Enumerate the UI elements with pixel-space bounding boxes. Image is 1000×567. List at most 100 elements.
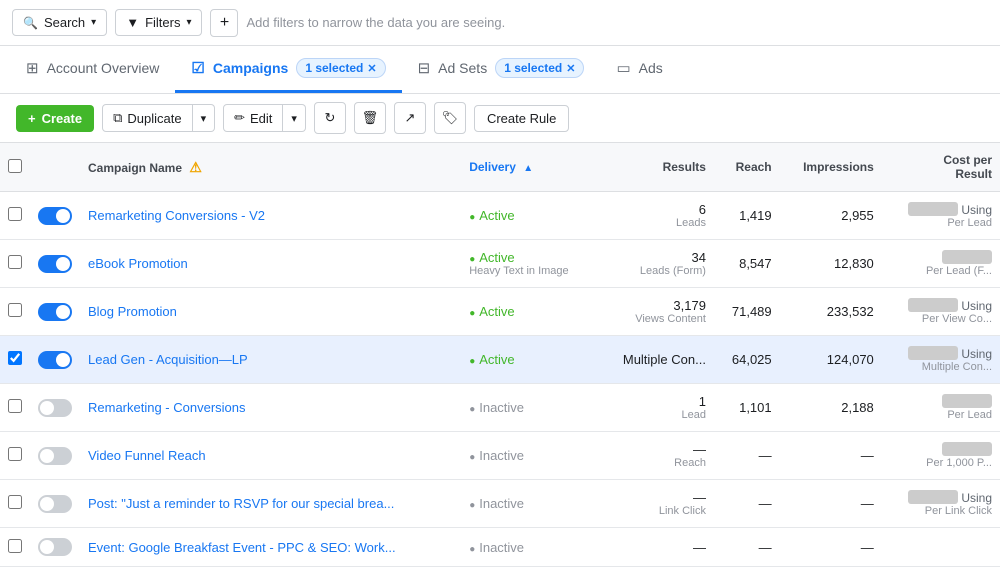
tab-campaigns-label: Campaigns [213, 60, 288, 76]
row-checkbox-cell[interactable] [0, 288, 30, 336]
filters-button[interactable]: ▼ Filters ▾ [115, 9, 202, 36]
row-checkbox[interactable] [8, 351, 22, 365]
campaign-toggle[interactable] [38, 447, 72, 465]
edit-icon: ✏ [234, 110, 245, 126]
row-campaign-name[interactable]: Blog Promotion [80, 288, 461, 336]
row-toggle-cell[interactable] [30, 240, 80, 288]
row-cost-per-result: Using Per View Co... [882, 288, 1000, 336]
row-results: 34 Leads (Form) [597, 240, 714, 288]
campaign-toggle[interactable] [38, 207, 72, 225]
cost-label: Using [961, 299, 992, 313]
row-checkbox-cell[interactable] [0, 480, 30, 528]
campaign-name-link[interactable]: Event: Google Breakfast Event - PPC & SE… [88, 540, 396, 555]
row-checkbox[interactable] [8, 447, 22, 461]
export-button[interactable]: ↗ [394, 102, 426, 134]
row-campaign-name[interactable]: Post: "Just a reminder to RSVP for our s… [80, 480, 461, 528]
cost-sub-label: Per Lead [890, 409, 992, 421]
row-toggle-cell[interactable] [30, 336, 80, 384]
row-checkbox[interactable] [8, 495, 22, 509]
row-impressions: — [780, 432, 882, 480]
campaign-toggle[interactable] [38, 495, 72, 513]
account-overview-icon: ⊞ [26, 59, 39, 77]
row-campaign-name[interactable]: Lead Gen - Acquisition—LP [80, 336, 461, 384]
header-reach: Reach [714, 143, 780, 192]
campaign-toggle[interactable] [38, 351, 72, 369]
table-row: Lead Gen - Acquisition—LP ●Active Multip… [0, 336, 1000, 384]
tab-account-overview[interactable]: ⊞ Account Overview [10, 46, 175, 93]
results-value: — [605, 490, 706, 505]
duplicate-label: Duplicate [127, 111, 181, 126]
toggle-slider [38, 207, 72, 225]
tab-ads[interactable]: ▭ Ads [600, 46, 678, 93]
tab-campaigns[interactable]: ☑ Campaigns 1 selected ✕ [175, 46, 401, 93]
create-button[interactable]: + Create [16, 105, 94, 132]
edit-dropdown[interactable]: ▾ [283, 104, 306, 132]
campaign-name-link[interactable]: Remarketing - Conversions [88, 400, 246, 415]
campaign-toggle[interactable] [38, 399, 72, 417]
delete-button[interactable]: 🗑 [354, 102, 386, 134]
cost-sub-label: Multiple Con... [890, 361, 992, 373]
row-campaign-name[interactable]: eBook Promotion [80, 240, 461, 288]
campaign-name-link[interactable]: Remarketing Conversions - V2 [88, 208, 265, 223]
row-checkbox[interactable] [8, 207, 22, 221]
row-toggle-cell[interactable] [30, 432, 80, 480]
row-checkbox-cell[interactable] [0, 384, 30, 432]
header-cost-per-result: Cost perResult [882, 143, 1000, 192]
row-toggle-cell[interactable] [30, 480, 80, 528]
campaigns-badge-close[interactable]: ✕ [367, 62, 376, 75]
row-checkbox-cell[interactable] [0, 192, 30, 240]
row-campaign-name[interactable]: Video Funnel Reach [80, 432, 461, 480]
row-checkbox-cell[interactable] [0, 432, 30, 480]
row-toggle-cell[interactable] [30, 192, 80, 240]
search-label: Search [44, 15, 85, 30]
results-sub-label: Reach [605, 457, 706, 469]
row-campaign-name[interactable]: Remarketing Conversions - V2 [80, 192, 461, 240]
row-checkbox[interactable] [8, 539, 22, 553]
create-rule-button[interactable]: Create Rule [474, 105, 569, 132]
row-toggle-cell[interactable] [30, 384, 80, 432]
results-value: 6 [605, 202, 706, 217]
row-checkbox-cell[interactable] [0, 336, 30, 384]
create-plus-icon: + [28, 111, 36, 126]
campaign-name-link[interactable]: Lead Gen - Acquisition—LP [88, 352, 248, 367]
nav-tabs: ⊞ Account Overview ☑ Campaigns 1 selecte… [0, 46, 1000, 94]
row-toggle-cell[interactable] [30, 288, 80, 336]
row-checkbox-cell[interactable] [0, 528, 30, 567]
row-checkbox-cell[interactable] [0, 240, 30, 288]
filters-label: Filters [145, 15, 180, 30]
row-impressions: — [780, 528, 882, 567]
search-button[interactable]: 🔍 Search ▾ [12, 9, 107, 36]
tag-button[interactable]: 🏷 [434, 102, 466, 134]
campaign-name-link[interactable]: Blog Promotion [88, 304, 177, 319]
row-checkbox[interactable] [8, 399, 22, 413]
select-all-checkbox[interactable] [8, 159, 22, 173]
duplicate-button[interactable]: ⧉ Duplicate [102, 104, 193, 132]
row-campaign-name[interactable]: Event: Google Breakfast Event - PPC & SE… [80, 528, 461, 567]
ad-sets-badge-close[interactable]: ✕ [566, 62, 575, 75]
header-delivery[interactable]: Delivery ▲ [461, 143, 597, 192]
tab-ad-sets[interactable]: ⊟ Ad Sets 1 selected ✕ [402, 46, 601, 93]
row-checkbox[interactable] [8, 255, 22, 269]
add-filter-button[interactable]: + [210, 9, 238, 37]
delivery-status: ●Active [469, 352, 589, 367]
ad-sets-badge: 1 selected ✕ [495, 58, 584, 78]
refresh-button[interactable]: ↻ [314, 102, 346, 134]
campaign-toggle[interactable] [38, 303, 72, 321]
edit-button[interactable]: ✏ Edit [223, 104, 283, 132]
toggle-slider [38, 495, 72, 513]
row-checkbox[interactable] [8, 303, 22, 317]
header-campaign-name: Campaign Name ⚠ [80, 143, 461, 192]
export-icon: ↗ [404, 110, 415, 126]
campaign-name-link[interactable]: eBook Promotion [88, 256, 188, 271]
results-sub-label: Views Content [605, 313, 706, 325]
row-campaign-name[interactable]: Remarketing - Conversions [80, 384, 461, 432]
header-checkbox-cell[interactable] [0, 143, 30, 192]
duplicate-dropdown[interactable]: ▾ [193, 104, 216, 132]
table-row: Video Funnel Reach ●Inactive — Reach — —… [0, 432, 1000, 480]
campaign-toggle[interactable] [38, 538, 72, 556]
campaign-name-link[interactable]: Video Funnel Reach [88, 448, 206, 463]
row-toggle-cell[interactable] [30, 528, 80, 567]
campaign-name-link[interactable]: Post: "Just a reminder to RSVP for our s… [88, 496, 394, 511]
row-cost-per-result: Per 1,000 P... [882, 432, 1000, 480]
campaign-toggle[interactable] [38, 255, 72, 273]
